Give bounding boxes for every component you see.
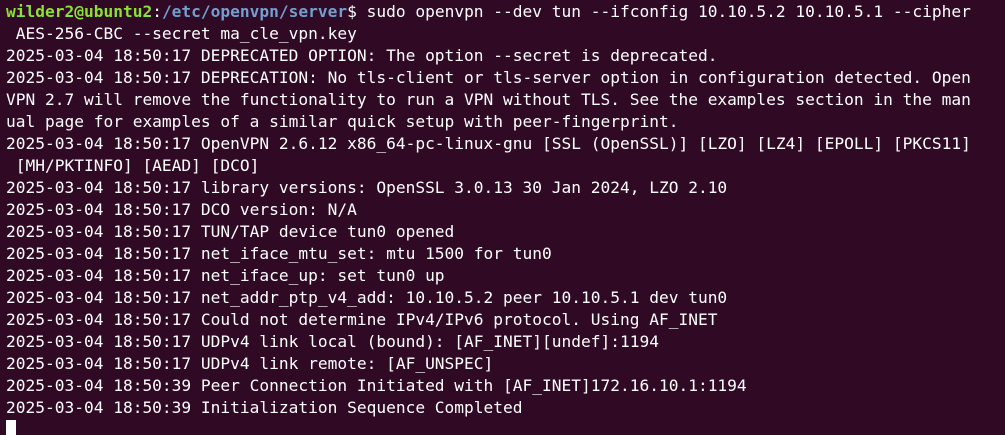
output-line: 2025-03-04 18:50:17 DEPRECATION: No tls-… <box>6 68 971 87</box>
output-line: 2025-03-04 18:50:17 library versions: Op… <box>6 178 728 197</box>
output-line: [MH/PKTINFO] [AEAD] [DCO] <box>6 156 260 175</box>
command-text: sudo openvpn --dev tun --ifconfig 10.10.… <box>366 2 971 21</box>
output-line: 2025-03-04 18:50:17 DCO version: N/A <box>6 200 357 219</box>
output-line: ual page for examples of a similar quick… <box>6 112 679 131</box>
output-line: 2025-03-04 18:50:17 Could not determine … <box>6 310 718 329</box>
command-continuation: AES-256-CBC --secret ma_cle_vpn.key <box>6 24 357 43</box>
output-line: 2025-03-04 18:50:39 Peer Connection Init… <box>6 376 747 395</box>
prompt-symbol: $ <box>347 2 367 21</box>
output-line: 2025-03-04 18:50:17 OpenVPN 2.6.12 x86_6… <box>6 134 971 153</box>
prompt-separator: : <box>152 2 162 21</box>
output-line: 2025-03-04 18:50:17 net_addr_ptp_v4_add:… <box>6 288 728 307</box>
output-line: 2025-03-04 18:50:17 TUN/TAP device tun0 … <box>6 222 455 241</box>
output-line: 2025-03-04 18:50:17 UDPv4 link local (bo… <box>6 332 659 351</box>
output-line: 2025-03-04 18:50:17 net_iface_mtu_set: m… <box>6 244 552 263</box>
prompt-path: /etc/openvpn/server <box>161 2 348 21</box>
terminal-window[interactable]: wilder2@ubuntu2:/etc/openvpn/server$ sud… <box>0 0 1005 435</box>
output-line: VPN 2.7 will remove the functionality to… <box>6 90 971 109</box>
output-line: 2025-03-04 18:50:17 DEPRECATED OPTION: T… <box>6 46 718 65</box>
output-line: 2025-03-04 18:50:17 net_iface_up: set tu… <box>6 266 445 285</box>
output-line: 2025-03-04 18:50:17 UDPv4 link remote: [… <box>6 354 494 373</box>
output-line: 2025-03-04 18:50:39 Initialization Seque… <box>6 398 523 417</box>
cursor-line <box>6 419 1005 435</box>
text-cursor <box>6 420 16 435</box>
prompt-user-host: wilder2@ubuntu2 <box>6 2 153 21</box>
prompt-line: wilder2@ubuntu2:/etc/openvpn/server$ sud… <box>6 1 1005 23</box>
